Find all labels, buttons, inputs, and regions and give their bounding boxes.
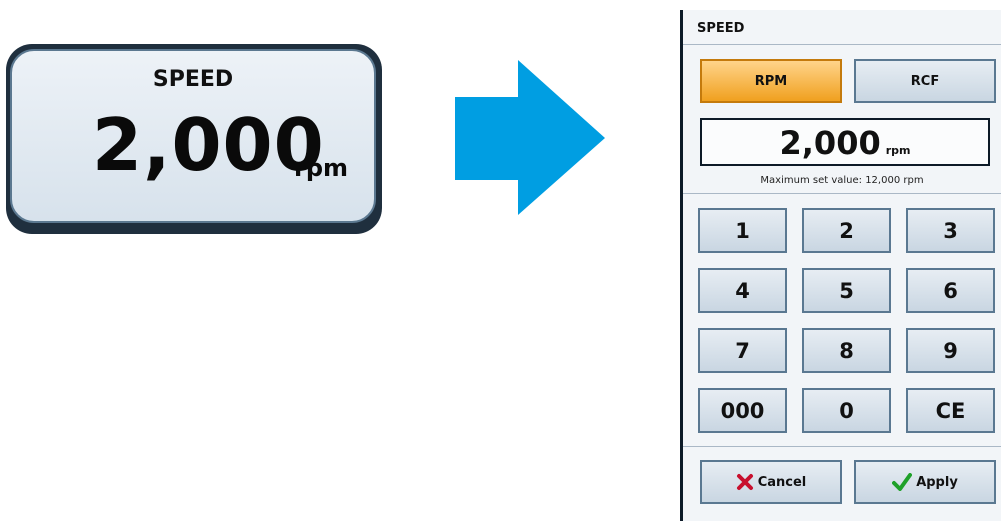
key-8[interactable]: 8: [802, 328, 891, 373]
key-label: 5: [839, 278, 854, 303]
display-unit: rpm: [885, 144, 911, 157]
key-label: 1: [735, 218, 750, 243]
key-7[interactable]: 7: [698, 328, 787, 373]
divider: [683, 446, 1001, 447]
apply-button[interactable]: Apply: [854, 460, 996, 504]
display-value: 2,000: [779, 124, 881, 162]
check-icon: [892, 473, 913, 491]
value-display: 2,000 rpm: [700, 118, 990, 166]
rcf-mode-label: RCF: [910, 73, 940, 89]
divider: [683, 193, 1001, 194]
key-label: 000: [720, 398, 765, 423]
cancel-label: Cancel: [757, 474, 807, 490]
max-value-note: Maximum set value: 12,000 rpm: [760, 175, 924, 186]
right-arrow-icon: [455, 60, 605, 215]
key-2[interactable]: 2: [802, 208, 891, 253]
key-9[interactable]: 9: [906, 328, 995, 373]
speed-dialog: SPEED RPM RCF 2,000 rpm Maximum set valu…: [680, 10, 1001, 521]
key-label: 0: [839, 398, 854, 423]
key-000[interactable]: 000: [698, 388, 787, 433]
key-5[interactable]: 5: [802, 268, 891, 313]
key-label: 9: [943, 338, 958, 363]
key-label: 2: [839, 218, 854, 243]
key-3[interactable]: 3: [906, 208, 995, 253]
cancel-button[interactable]: Cancel: [700, 460, 842, 504]
rpm-mode-button[interactable]: RPM: [700, 59, 842, 103]
key-0[interactable]: 0: [802, 388, 891, 433]
key-6[interactable]: 6: [906, 268, 995, 313]
key-label: CE: [935, 398, 966, 423]
key-label: 7: [735, 338, 750, 363]
rcf-mode-button[interactable]: RCF: [854, 59, 996, 103]
key-1[interactable]: 1: [698, 208, 787, 253]
key-label: 3: [943, 218, 958, 243]
key-ce[interactable]: CE: [906, 388, 995, 433]
dialog-title: SPEED: [697, 21, 745, 36]
speed-tile-title: SPEED: [152, 67, 234, 92]
rpm-mode-label: RPM: [754, 73, 788, 89]
speed-tile-unit: rpm: [294, 154, 349, 182]
speed-tile-value: 2,000: [92, 103, 325, 187]
key-label: 4: [735, 278, 750, 303]
key-label: 8: [839, 338, 854, 363]
key-label: 6: [943, 278, 958, 303]
speed-tile[interactable]: SPEED 2,000 rpm: [10, 49, 376, 223]
dialog-header: SPEED: [683, 10, 1001, 45]
apply-label: Apply: [916, 474, 958, 490]
x-icon: [736, 473, 754, 491]
key-4[interactable]: 4: [698, 268, 787, 313]
